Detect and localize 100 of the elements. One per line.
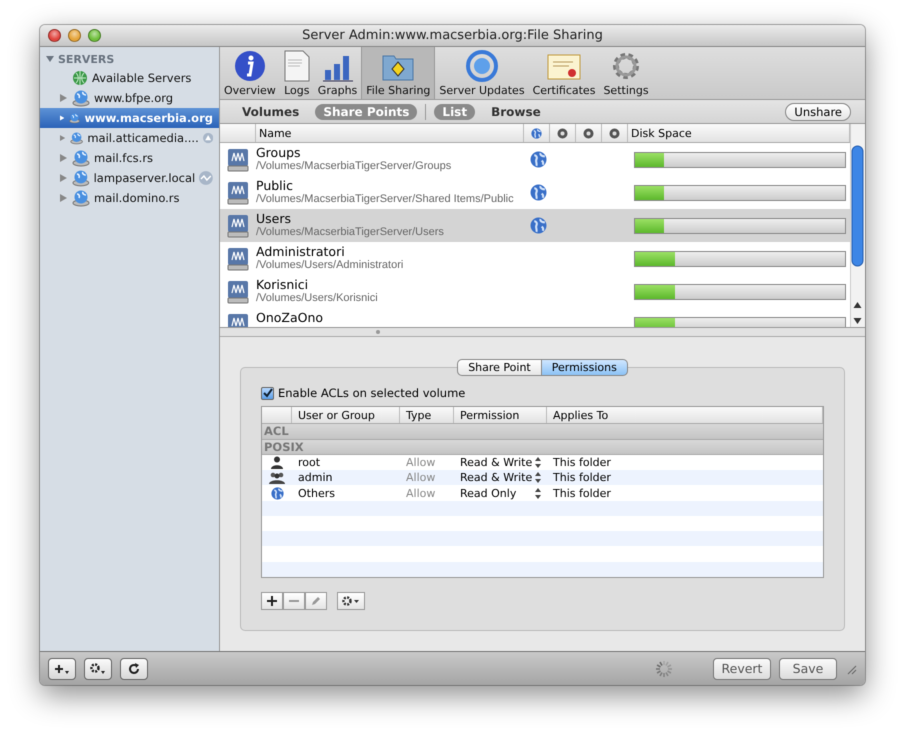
sidebar-item[interactable]: lampaserver.local: [40, 168, 219, 188]
network-drive-icon: [227, 148, 249, 172]
refresh-icon: [128, 662, 140, 674]
globe-icon: [72, 169, 90, 187]
toolbar-button[interactable]: Overview: [220, 47, 280, 99]
share-name: Administratori: [256, 245, 346, 259]
action-menu-button[interactable]: [337, 592, 365, 610]
network-drive-icon: [227, 180, 249, 204]
column-header[interactable]: User or Group: [292, 407, 400, 424]
settings-icon: [610, 50, 642, 82]
gear-icon: [342, 596, 360, 606]
share-name: Public: [256, 179, 294, 193]
checkbox[interactable]: [261, 386, 274, 400]
minimize-button[interactable]: [68, 29, 81, 42]
globe-icon: [72, 189, 90, 207]
user-name: Others: [298, 486, 335, 500]
permission-row[interactable]: admin Allow Read & Write This folder: [262, 470, 823, 486]
globe-icon: [270, 486, 284, 500]
minus-icon: [289, 600, 299, 602]
edit-button[interactable]: [305, 592, 327, 610]
share-path: /Volumes/MacserbiaTigerServer/Groups: [256, 160, 452, 173]
pencil-icon: [311, 596, 321, 606]
disclosure-triangle-icon[interactable]: [60, 174, 67, 182]
disclosure-triangle-icon[interactable]: [60, 134, 66, 142]
scrollbar[interactable]: [850, 124, 865, 327]
view-tab[interactable]: Volumes: [234, 104, 308, 120]
share-name: Users: [256, 212, 292, 226]
shared-globe-icon: [530, 184, 547, 201]
revert-button[interactable]: Revert: [713, 658, 771, 680]
zoom-button[interactable]: [88, 29, 101, 42]
share-point-row[interactable]: Users /Volumes/MacserbiaTigerServer/Users: [220, 209, 850, 242]
tab[interactable]: Share Point: [457, 359, 542, 376]
disclosure-triangle-icon[interactable]: [46, 55, 54, 63]
sidebar-item[interactable]: mail.atticamedia....: [40, 128, 219, 148]
window-title: Server Admin:www.macserbia.org:File Sharing: [302, 28, 603, 43]
share-path: /Volumes/MacserbiaTigerServer/Users: [256, 226, 444, 239]
disclosure-triangle-icon[interactable]: [60, 154, 67, 162]
applies-to-text: This folder: [553, 456, 611, 469]
section-header: ACL: [262, 424, 823, 440]
permission-popup[interactable]: Read Only: [460, 486, 516, 500]
sidebar-item[interactable]: www.macserbia.org: [40, 108, 219, 128]
toolbar-button[interactable]: Settings: [599, 47, 653, 99]
type-text: Allow: [406, 456, 436, 469]
toolbar-button[interactable]: File Sharing: [361, 47, 436, 99]
group-icon: [269, 472, 285, 484]
close-button[interactable]: [48, 29, 61, 42]
type-text: Allow: [406, 486, 436, 500]
type-text: Allow: [406, 471, 436, 484]
sidebar-header: SERVERS: [58, 52, 114, 66]
document-icon: [284, 50, 310, 82]
target-icon: [609, 128, 620, 138]
share-name: Korisnici: [256, 278, 310, 292]
activity-icon: [199, 171, 213, 185]
toolbar-button[interactable]: Server Updates: [435, 47, 529, 99]
applies-to-text: This folder: [553, 486, 611, 500]
split-handle[interactable]: [220, 328, 865, 337]
stepper-arrows-icon[interactable]: [535, 472, 541, 484]
sidebar-item[interactable]: mail.fcs.rs: [40, 148, 219, 168]
shared-globe-icon: [530, 217, 547, 234]
alert-icon: [202, 131, 214, 145]
add-menu-button[interactable]: [48, 658, 76, 680]
checkbox-label: Enable ACLs on selected volume: [278, 386, 466, 400]
globe-icon: [531, 128, 542, 138]
column-header[interactable]: Applies To: [547, 407, 823, 424]
add-button[interactable]: [261, 592, 283, 610]
stepper-arrows-icon[interactable]: [535, 488, 541, 498]
info-icon: [234, 50, 266, 82]
tab[interactable]: Permissions: [542, 359, 628, 376]
column-header[interactable]: Type: [400, 407, 454, 424]
plus-icon: [55, 664, 69, 674]
globe-icon: [72, 89, 90, 107]
stepper-arrows-icon[interactable]: [535, 456, 541, 468]
share-path: /Volumes/Users/Administratori: [256, 259, 404, 272]
resize-grip-icon[interactable]: [845, 662, 857, 674]
disclosure-triangle-icon[interactable]: [60, 94, 67, 102]
plus-icon: [267, 596, 277, 606]
user-name: root: [298, 456, 320, 469]
permission-popup[interactable]: Read & Write: [460, 471, 532, 484]
permission-popup[interactable]: Read & Write: [460, 456, 532, 469]
scroll-thumb[interactable]: [851, 143, 864, 269]
toolbar-button[interactable]: Logs: [280, 47, 314, 99]
refresh-button[interactable]: [120, 658, 148, 680]
sidebar-item[interactable]: Available Servers: [40, 68, 219, 88]
unshare-button[interactable]: Unshare: [785, 102, 851, 120]
sidebar-item[interactable]: www.bfpe.org: [40, 88, 219, 108]
toolbar-button[interactable]: Certificates: [528, 47, 600, 99]
save-button[interactable]: Save: [779, 658, 837, 680]
user-icon: [271, 456, 283, 469]
disclosure-triangle-icon[interactable]: [60, 194, 67, 202]
user-name: admin: [298, 471, 332, 484]
disclosure-triangle-icon[interactable]: [60, 114, 64, 122]
section-header: POSIX: [262, 440, 823, 455]
toolbar-button[interactable]: Graphs: [314, 47, 362, 99]
mode-tab[interactable]: Browse: [483, 104, 549, 120]
certificate-icon: [547, 52, 581, 82]
column-header[interactable]: Permission: [454, 407, 547, 424]
sidebar-item[interactable]: mail.domino.rs: [40, 188, 219, 208]
globe-icon: [72, 149, 90, 167]
column-header[interactable]: Name: [256, 124, 524, 142]
action-menu-button[interactable]: [84, 658, 112, 680]
